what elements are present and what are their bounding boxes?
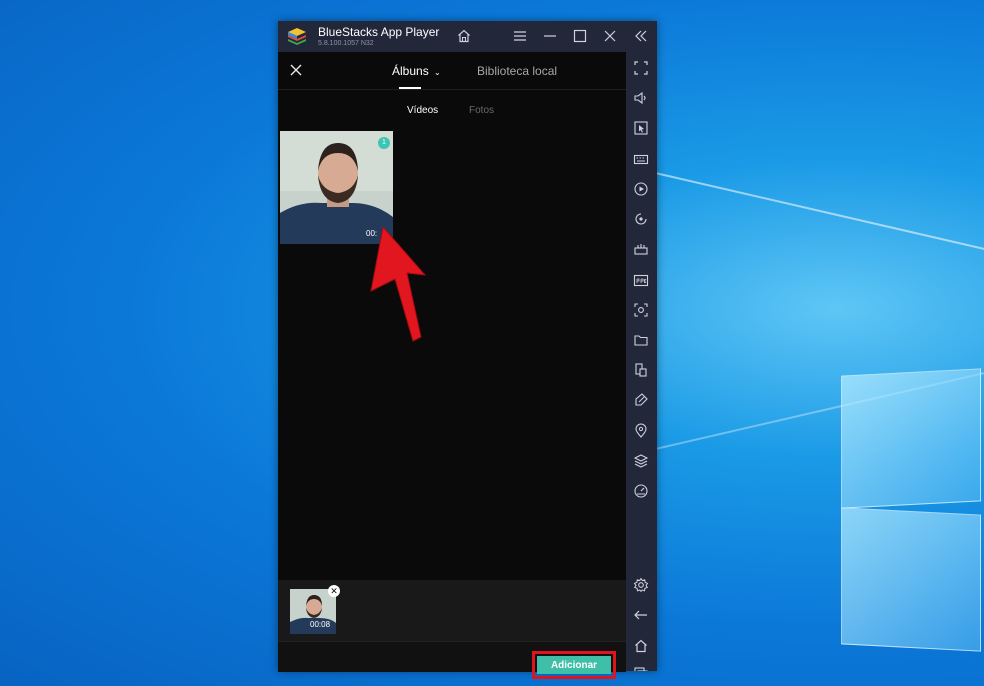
android-home-icon[interactable] <box>633 638 649 654</box>
red-arrow-icon <box>370 227 427 342</box>
fullscreen-icon[interactable] <box>633 60 649 76</box>
tab-albums[interactable]: Álbuns ⌄ <box>392 64 441 78</box>
screenshot-icon[interactable] <box>633 302 649 318</box>
right-sidebar <box>626 52 657 671</box>
record-icon[interactable] <box>633 181 649 197</box>
title-bar: BlueStacks App Player 5.8.100.1057 N32 <box>278 21 657 52</box>
bluestacks-logo-icon <box>288 28 306 45</box>
windows-logo-pane <box>841 368 981 509</box>
folder-icon[interactable] <box>633 332 649 348</box>
macro-icon[interactable] <box>633 241 649 257</box>
home-icon[interactable] <box>456 28 472 44</box>
tab-local-library[interactable]: Biblioteca local <box>477 64 557 78</box>
keyboard-icon[interactable] <box>633 151 649 167</box>
multi-instance-icon[interactable] <box>633 362 649 378</box>
selected-video-duration: 00:08 <box>310 620 331 629</box>
chevron-down-icon: ⌄ <box>434 68 441 77</box>
remove-selected-button[interactable]: ✕ <box>328 585 340 597</box>
windows-logo-pane <box>841 507 981 652</box>
location-icon[interactable] <box>633 423 649 439</box>
bluestacks-window: BlueStacks App Player 5.8.100.1057 N32 Á… <box>278 21 657 679</box>
close-icon[interactable] <box>288 62 304 78</box>
cursor-icon[interactable] <box>633 120 649 136</box>
performance-icon[interactable] <box>633 483 649 499</box>
apk-icon[interactable] <box>633 272 649 288</box>
collapse-sidebar-icon[interactable] <box>633 28 649 44</box>
add-button[interactable]: Adicionar <box>537 656 611 674</box>
layers-icon[interactable] <box>633 453 649 469</box>
subtab-photos[interactable]: Fotos <box>469 105 494 116</box>
app-content: Álbuns ⌄ Biblioteca local Vídeos Fotos 1… <box>278 52 626 679</box>
settings-icon[interactable] <box>633 577 649 593</box>
recent-apps-icon[interactable] <box>633 666 649 671</box>
selected-video-thumbnail[interactable]: 00:08 <box>290 589 336 634</box>
rotate-icon[interactable] <box>633 211 649 227</box>
selection-badge: 1 <box>378 137 390 149</box>
subtab-videos[interactable]: Vídeos <box>407 105 438 116</box>
tab-albums-label: Álbuns <box>392 64 429 78</box>
minimize-icon[interactable] <box>542 28 558 44</box>
close-window-icon[interactable] <box>602 28 618 44</box>
app-version: 5.8.100.1057 N32 <box>318 40 374 47</box>
eco-mode-icon[interactable] <box>633 392 649 408</box>
app-title: BlueStacks App Player <box>318 25 440 39</box>
maximize-icon[interactable] <box>572 28 588 44</box>
selected-tray: 00:08 ✕ <box>278 580 626 641</box>
header-divider <box>278 89 626 90</box>
back-icon[interactable] <box>633 607 649 623</box>
menu-icon[interactable] <box>512 28 528 44</box>
volume-icon[interactable] <box>633 90 649 106</box>
